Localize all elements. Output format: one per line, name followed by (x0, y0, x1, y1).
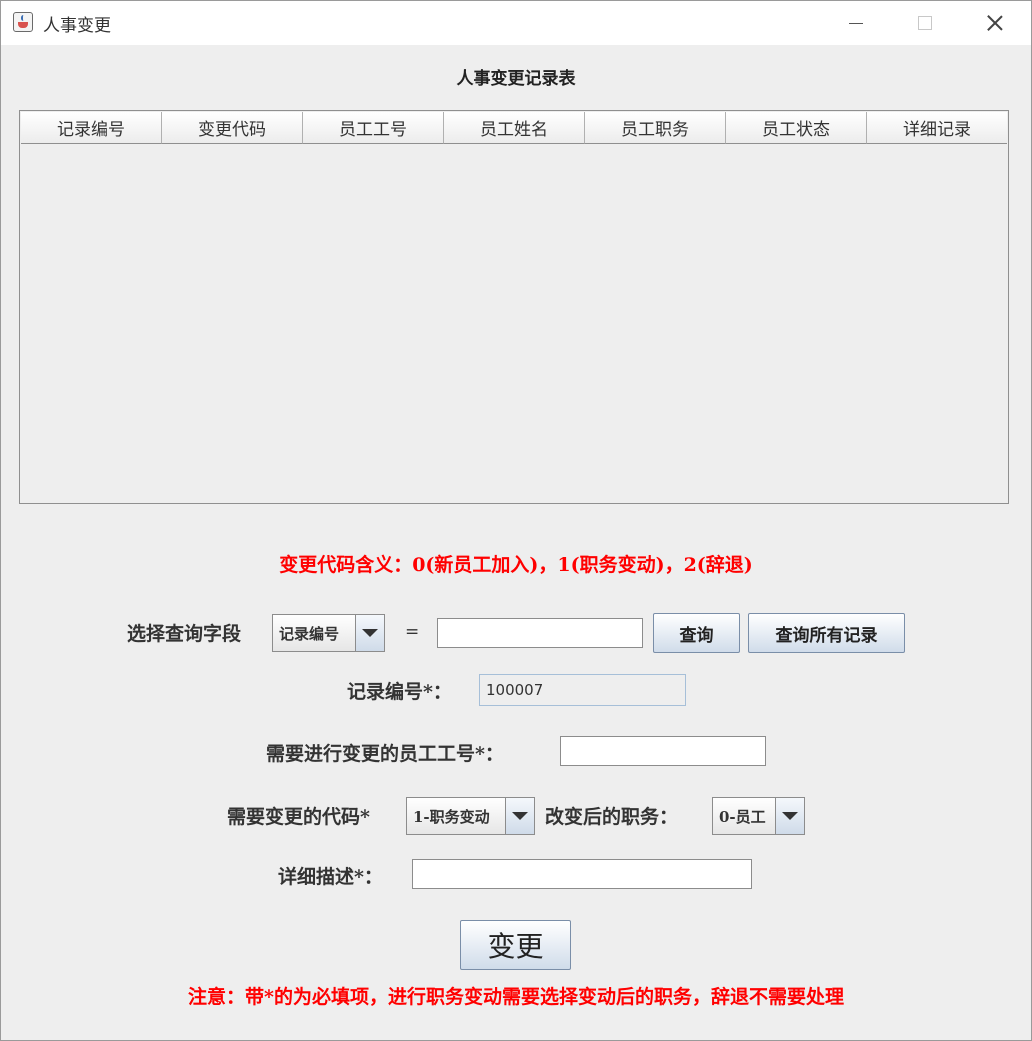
table-title: 人事变更记录表 (456, 69, 576, 89)
column-header-record-id[interactable]: 记录编号 (21, 112, 162, 144)
minimize-button[interactable] (833, 1, 879, 45)
query-all-button[interactable]: 查询所有记录 (748, 613, 905, 653)
maximize-icon (918, 16, 932, 30)
column-header-employee-status[interactable]: 员工状态 (726, 112, 867, 144)
query-field-dropdown-button[interactable] (355, 615, 384, 651)
detail-input[interactable] (412, 859, 752, 889)
change-code-legend: 变更代码含义：0(新员工加入)，1(职务变动)，2(辞退) (279, 554, 753, 576)
record-id-field: 100007 (479, 674, 686, 706)
main-window: 人事变更 人事变更记录表 记录编号 变更代码 员工工号 员工姓名 员工职务 员工… (0, 0, 1032, 1041)
query-field-label: 选择查询字段 (127, 623, 242, 645)
column-header-employee-name[interactable]: 员工姓名 (444, 112, 585, 144)
change-submit-button[interactable]: 变更 (460, 920, 571, 970)
column-header-detail[interactable]: 详细记录 (867, 112, 1007, 144)
change-code-selected: 1-职务变动 (413, 807, 490, 826)
equals-sign: = (405, 622, 420, 642)
query-field-selected: 记录编号 (279, 624, 340, 643)
change-code-label: 需要变更的代码* (227, 806, 370, 828)
maximize-button[interactable] (902, 1, 948, 45)
change-code-combo[interactable]: 1-职务变动 (406, 797, 535, 835)
chevron-down-icon (512, 812, 528, 820)
detail-label: 详细描述*： (278, 866, 383, 888)
records-table[interactable]: 记录编号 变更代码 员工工号 员工姓名 员工职务 员工状态 详细记录 (19, 110, 1009, 504)
close-icon (987, 15, 1003, 31)
chevron-down-icon (782, 812, 798, 820)
column-header-employee-id[interactable]: 员工工号 (303, 112, 444, 144)
column-header-employee-position[interactable]: 员工职务 (585, 112, 726, 144)
employee-id-label: 需要进行变更的员工工号*： (266, 743, 504, 765)
required-fields-note: 注意：带*的为必填项，进行职务变动需要选择变动后的职务，辞退不需要处理 (188, 986, 844, 1008)
java-app-icon (13, 12, 33, 32)
column-header-change-code[interactable]: 变更代码 (162, 112, 303, 144)
window-title: 人事变更 (43, 16, 111, 36)
table-header: 记录编号 变更代码 员工工号 员工姓名 员工职务 员工状态 详细记录 (21, 112, 1007, 144)
new-position-label: 改变后的职务： (545, 806, 679, 828)
new-position-combo[interactable]: 0-员工 (712, 797, 805, 835)
title-bar[interactable]: 人事变更 (1, 1, 1031, 45)
close-button[interactable] (972, 1, 1018, 45)
new-position-dropdown-button[interactable] (775, 798, 804, 834)
query-field-combo[interactable]: 记录编号 (272, 614, 385, 652)
employee-id-input[interactable] (560, 736, 766, 766)
query-button[interactable]: 查询 (653, 613, 740, 653)
minimize-icon (849, 22, 863, 24)
chevron-down-icon (362, 629, 378, 637)
record-id-label: 记录编号*： (347, 681, 452, 703)
query-value-input[interactable] (437, 618, 643, 648)
change-code-dropdown-button[interactable] (505, 798, 534, 834)
new-position-selected: 0-员工 (719, 807, 766, 826)
